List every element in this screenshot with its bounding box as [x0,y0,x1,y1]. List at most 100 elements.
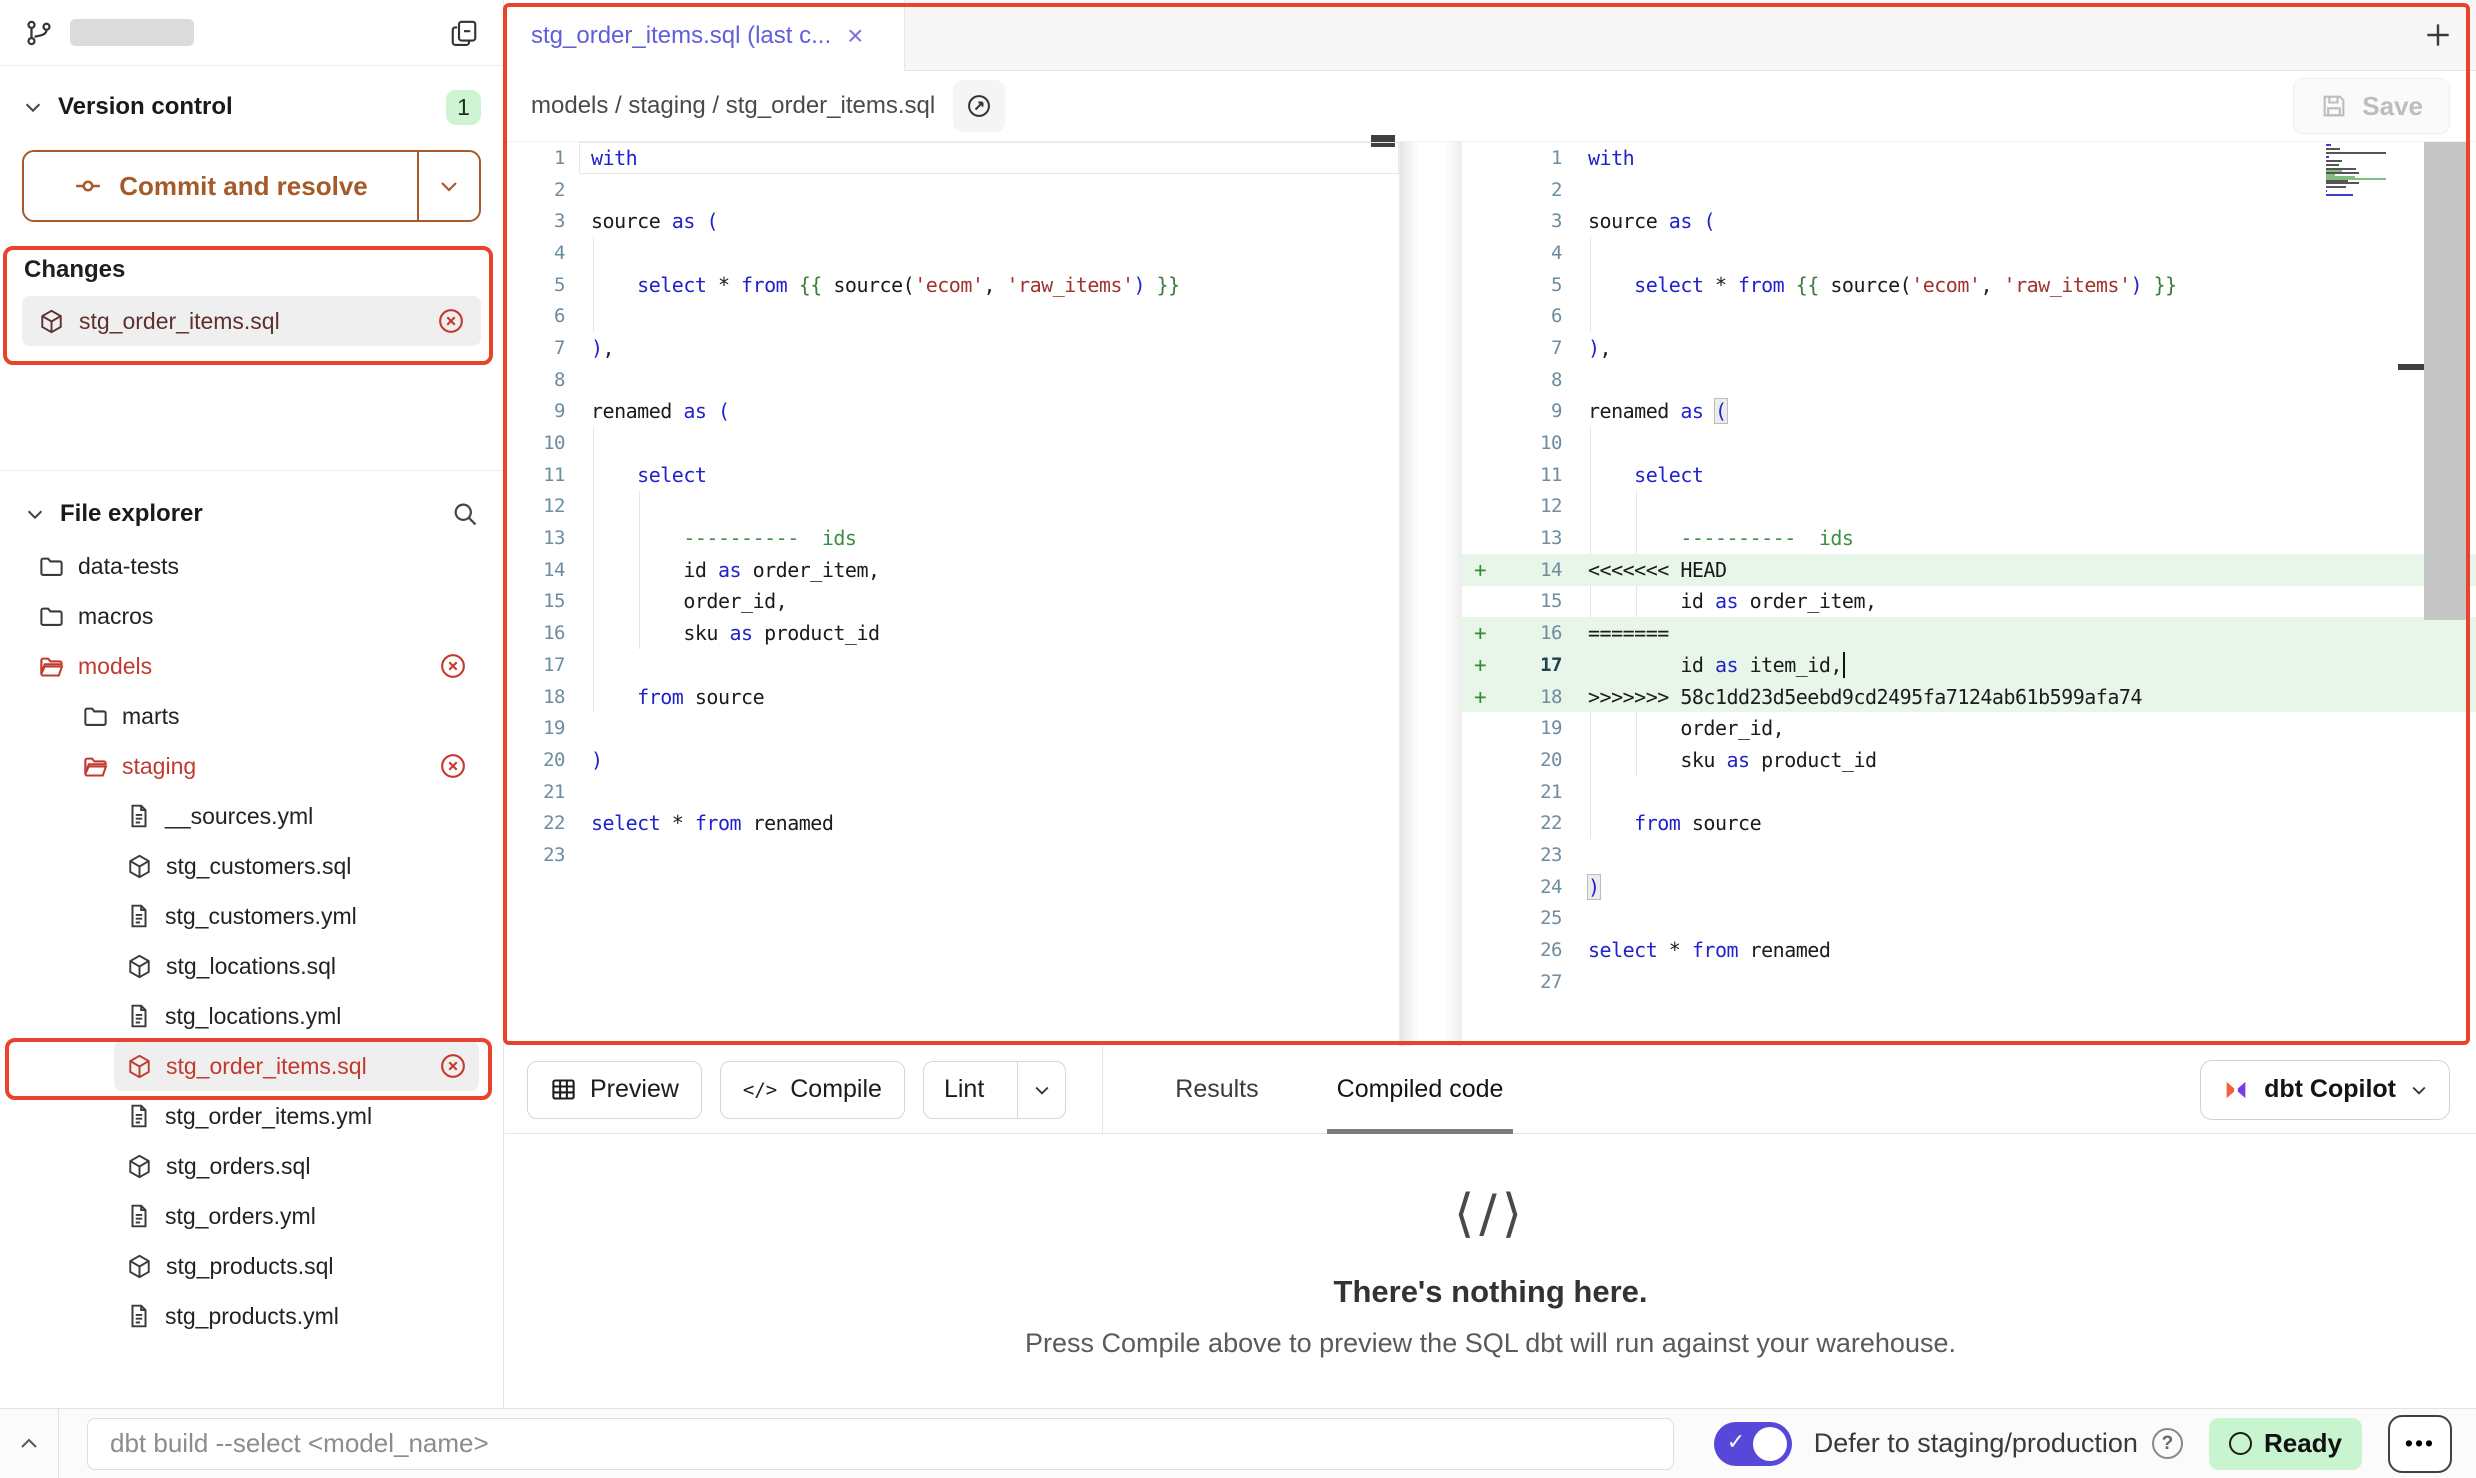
file-item-stg_order_items.sql[interactable]: stg_order_items.sql [114,1041,479,1091]
code-line-content[interactable]: with [579,142,1399,174]
code-line-content[interactable] [1576,776,2476,808]
pane-divider[interactable] [1400,142,1462,1046]
code-line-content[interactable] [579,300,1399,332]
editor-right-pane[interactable]: 1with23source as (45 select * from {{ so… [1462,142,2476,1046]
code-line-content[interactable]: <<<<<<< HEAD [1576,554,2476,586]
copy-icon[interactable] [449,18,479,48]
command-input[interactable] [87,1418,1674,1470]
lint-button[interactable]: Lint [923,1061,1066,1119]
code-line-content[interactable] [579,237,1399,269]
code-line-content[interactable] [579,712,1399,744]
code-line-content[interactable] [579,649,1399,681]
code-line-content[interactable]: order_id, [1576,712,2476,744]
file-item-stg_locations.sql[interactable]: stg_locations.sql [114,941,479,991]
code-line-content[interactable]: source as ( [579,205,1399,237]
tab-compiled-code[interactable]: Compiled code [1331,1046,1510,1133]
code-line-content[interactable] [579,174,1399,206]
file-item-stg_customers.sql[interactable]: stg_customers.sql [114,841,479,891]
code-line-content[interactable]: renamed as ( [1576,396,2476,428]
code-line-content[interactable]: source as ( [1576,205,2476,237]
discard-change-icon[interactable] [437,307,465,335]
code-line-content[interactable]: ---------- ids [1576,522,2476,554]
discard-change-icon[interactable] [439,1052,467,1080]
code-line-content[interactable]: id as order_item, [1576,586,2476,618]
code-line-content[interactable] [1576,903,2476,935]
code-line-content[interactable]: ), [1576,332,2476,364]
dbt-copilot-button[interactable]: dbt Copilot [2200,1060,2450,1120]
code-token: ) [1588,336,1600,360]
file-item-staging[interactable]: staging [70,741,479,791]
lint-options-caret[interactable] [1017,1062,1065,1118]
compile-button[interactable]: </> Compile [720,1061,905,1119]
code-line-content[interactable]: sku as product_id [1576,744,2476,776]
code-line-content[interactable] [1576,966,2476,998]
code-line-content[interactable]: select [1576,459,2476,491]
new-tab-plus-icon[interactable] [2422,19,2454,51]
code-line-content[interactable]: from source [579,681,1399,713]
code-line-content[interactable]: id as item_id, [1576,649,2476,681]
file-item-stg_products.sql[interactable]: stg_products.sql [114,1241,479,1291]
collapse-panel-icon[interactable] [0,1432,58,1456]
tab-results[interactable]: Results [1169,1046,1264,1133]
search-icon[interactable] [451,500,479,528]
help-icon[interactable]: ? [2152,1428,2183,1459]
code-line-content[interactable]: select * from {{ source('ecom', 'raw_ite… [1576,269,2476,301]
save-button[interactable]: Save [2293,78,2450,134]
code-line-content[interactable] [1576,839,2476,871]
discard-change-icon[interactable] [439,652,467,680]
code-line-content[interactable] [579,427,1399,459]
changed-file-item[interactable]: stg_order_items.sql [22,296,481,346]
defer-toggle[interactable]: ✓ [1714,1422,1792,1466]
file-item-models[interactable]: models [26,641,479,691]
commit-options-caret[interactable] [417,152,479,220]
code-line-content[interactable] [579,839,1399,871]
file-item-stg_order_items.yml[interactable]: stg_order_items.yml [114,1091,479,1141]
commit-and-resolve-button[interactable]: Commit and resolve [22,150,481,222]
file-item-data-tests[interactable]: data-tests [26,541,479,591]
code-line-content[interactable]: ) [1576,871,2476,903]
discard-change-icon[interactable] [439,752,467,780]
code-line-content[interactable]: ======= [1576,617,2476,649]
chevron-down-icon[interactable] [22,96,44,118]
file-item-__sources.yml[interactable]: __sources.yml [114,791,479,841]
code-line-content[interactable]: from source [1576,807,2476,839]
lineage-icon[interactable] [953,80,1005,132]
code-token: renamed [1738,938,1830,962]
code-line-content[interactable]: ---------- ids [579,522,1399,554]
code-line-content[interactable]: select * from {{ source('ecom', 'raw_ite… [579,269,1399,301]
file-item-marts[interactable]: marts [70,691,479,741]
code-line-content[interactable]: renamed as ( [579,396,1399,428]
code-line-content[interactable] [579,364,1399,396]
file-item-stg_locations.yml[interactable]: stg_locations.yml [114,991,479,1041]
file-item-stg_orders.sql[interactable]: stg_orders.sql [114,1141,479,1191]
tab-stg-order-items[interactable]: stg_order_items.sql (last c... × [505,0,905,71]
code-line-content[interactable] [1576,174,2476,206]
code-line-content[interactable]: select * from renamed [1576,934,2476,966]
more-options-button[interactable]: ••• [2388,1415,2452,1473]
code-line-content[interactable] [1576,491,2476,523]
code-line-content[interactable]: select * from renamed [579,807,1399,839]
code-line-content[interactable]: select [579,459,1399,491]
file-item-stg_customers.yml[interactable]: stg_customers.yml [114,891,479,941]
code-line-content[interactable]: order_id, [579,586,1399,618]
code-line-content[interactable]: with [1576,142,2476,174]
code-line-content[interactable] [1576,300,2476,332]
editor-left-pane[interactable]: 1with23source as (45 select * from {{ so… [505,142,1400,1046]
code-line-content[interactable] [579,491,1399,523]
close-tab-icon[interactable]: × [847,20,863,52]
code-line-content[interactable] [1576,237,2476,269]
code-line-content[interactable]: ), [579,332,1399,364]
preview-button[interactable]: Preview [527,1061,702,1119]
code-line-content[interactable] [579,776,1399,808]
file-item-stg_products.yml[interactable]: stg_products.yml [114,1291,479,1338]
chevron-down-icon[interactable] [24,503,46,525]
code-line-content[interactable]: sku as product_id [579,617,1399,649]
file-item-stg_orders.yml[interactable]: stg_orders.yml [114,1191,479,1241]
code-line-content[interactable] [1576,364,2476,396]
code-line-content[interactable]: ) [579,744,1399,776]
code-line-content[interactable]: id as order_item, [579,554,1399,586]
code-line-content[interactable]: >>>>>>> 58c1dd23d5eebd9cd2495fa7124ab61b… [1576,681,2476,713]
code-line-content[interactable] [1576,427,2476,459]
file-item-macros[interactable]: macros [26,591,479,641]
sidebar-header [0,0,503,66]
